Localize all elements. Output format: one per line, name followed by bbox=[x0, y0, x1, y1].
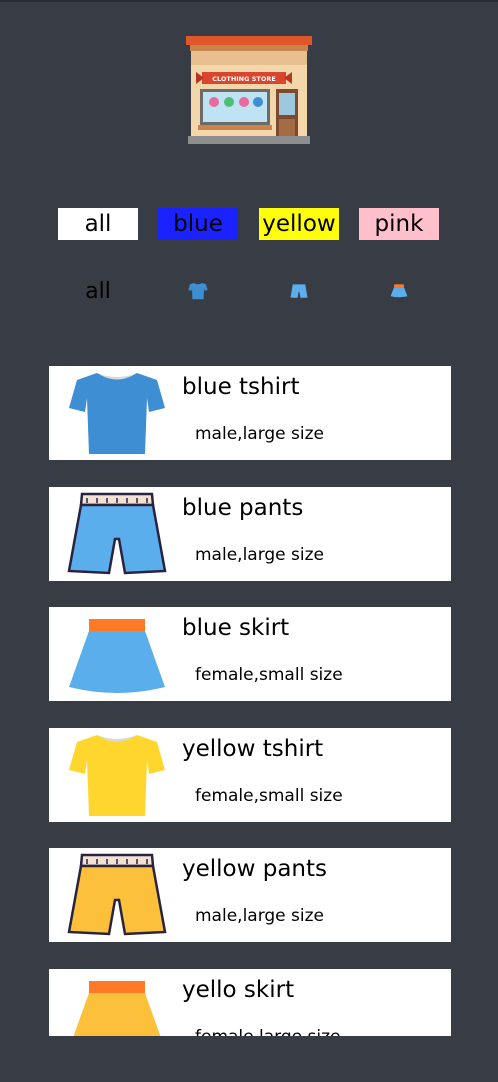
type-filter-skirt-button[interactable] bbox=[359, 276, 439, 306]
skirt-image bbox=[67, 609, 167, 699]
skirt-image bbox=[67, 971, 167, 1036]
filter-all-button[interactable]: all bbox=[58, 208, 138, 240]
product-item[interactable]: blue pants male,large size bbox=[49, 486, 451, 581]
tshirt-image bbox=[67, 368, 167, 458]
pants-icon bbox=[67, 492, 167, 574]
sign-text: CLOTHING STORE bbox=[212, 75, 276, 83]
product-item[interactable]: yello skirt female,large size bbox=[49, 968, 451, 1037]
pants-image bbox=[67, 489, 167, 579]
product-item[interactable]: blue tshirt male,large size bbox=[49, 366, 451, 460]
product-name: blue pants bbox=[182, 494, 304, 521]
skirt-icon bbox=[390, 284, 408, 298]
tshirt-image bbox=[67, 730, 167, 820]
type-filter-tshirt-button[interactable] bbox=[158, 276, 238, 306]
product-name: blue tshirt bbox=[182, 374, 300, 400]
product-description: female,large size bbox=[195, 1027, 340, 1037]
product-description: male,large size bbox=[195, 544, 325, 565]
filter-yellow-button[interactable]: yellow bbox=[259, 208, 339, 240]
product-name: yellow pants bbox=[182, 856, 328, 882]
product-name: yello skirt bbox=[182, 976, 295, 1003]
type-filter-all-label: all bbox=[85, 278, 111, 304]
filter-pink-button[interactable]: pink bbox=[359, 208, 439, 240]
skirt-icon bbox=[73, 980, 161, 1036]
product-description: male,large size bbox=[195, 906, 325, 926]
product-name: blue skirt bbox=[182, 615, 290, 641]
tshirt-icon bbox=[188, 283, 208, 300]
product-description: female,small size bbox=[195, 665, 343, 685]
product-description: female,small size bbox=[195, 785, 343, 806]
type-filter-bar: all bbox=[0, 276, 498, 306]
product-item[interactable]: blue skirt female,small size bbox=[49, 607, 451, 701]
product-description: male,large size bbox=[195, 424, 325, 444]
type-filter-all-button[interactable]: all bbox=[58, 276, 138, 306]
tshirt-icon bbox=[69, 373, 165, 454]
color-filter-bar: all blue yellow pink bbox=[0, 208, 498, 242]
product-item[interactable]: yellow tshirt female,small size bbox=[49, 727, 451, 822]
product-list: blue tshirt male,large size blue pants male… bbox=[49, 366, 451, 1036]
pants-icon bbox=[290, 284, 308, 298]
product-item[interactable]: yellow pants male,large size bbox=[49, 848, 451, 942]
skirt-icon bbox=[69, 619, 165, 693]
store-logo: CLOTHING STORE bbox=[184, 36, 314, 146]
tshirt-icon bbox=[69, 734, 165, 816]
product-name: yellow tshirt bbox=[182, 735, 324, 762]
filter-blue-button[interactable]: blue bbox=[158, 208, 238, 240]
type-filter-pants-button[interactable] bbox=[259, 276, 339, 306]
pants-icon bbox=[67, 853, 167, 936]
pants-image bbox=[67, 850, 167, 940]
